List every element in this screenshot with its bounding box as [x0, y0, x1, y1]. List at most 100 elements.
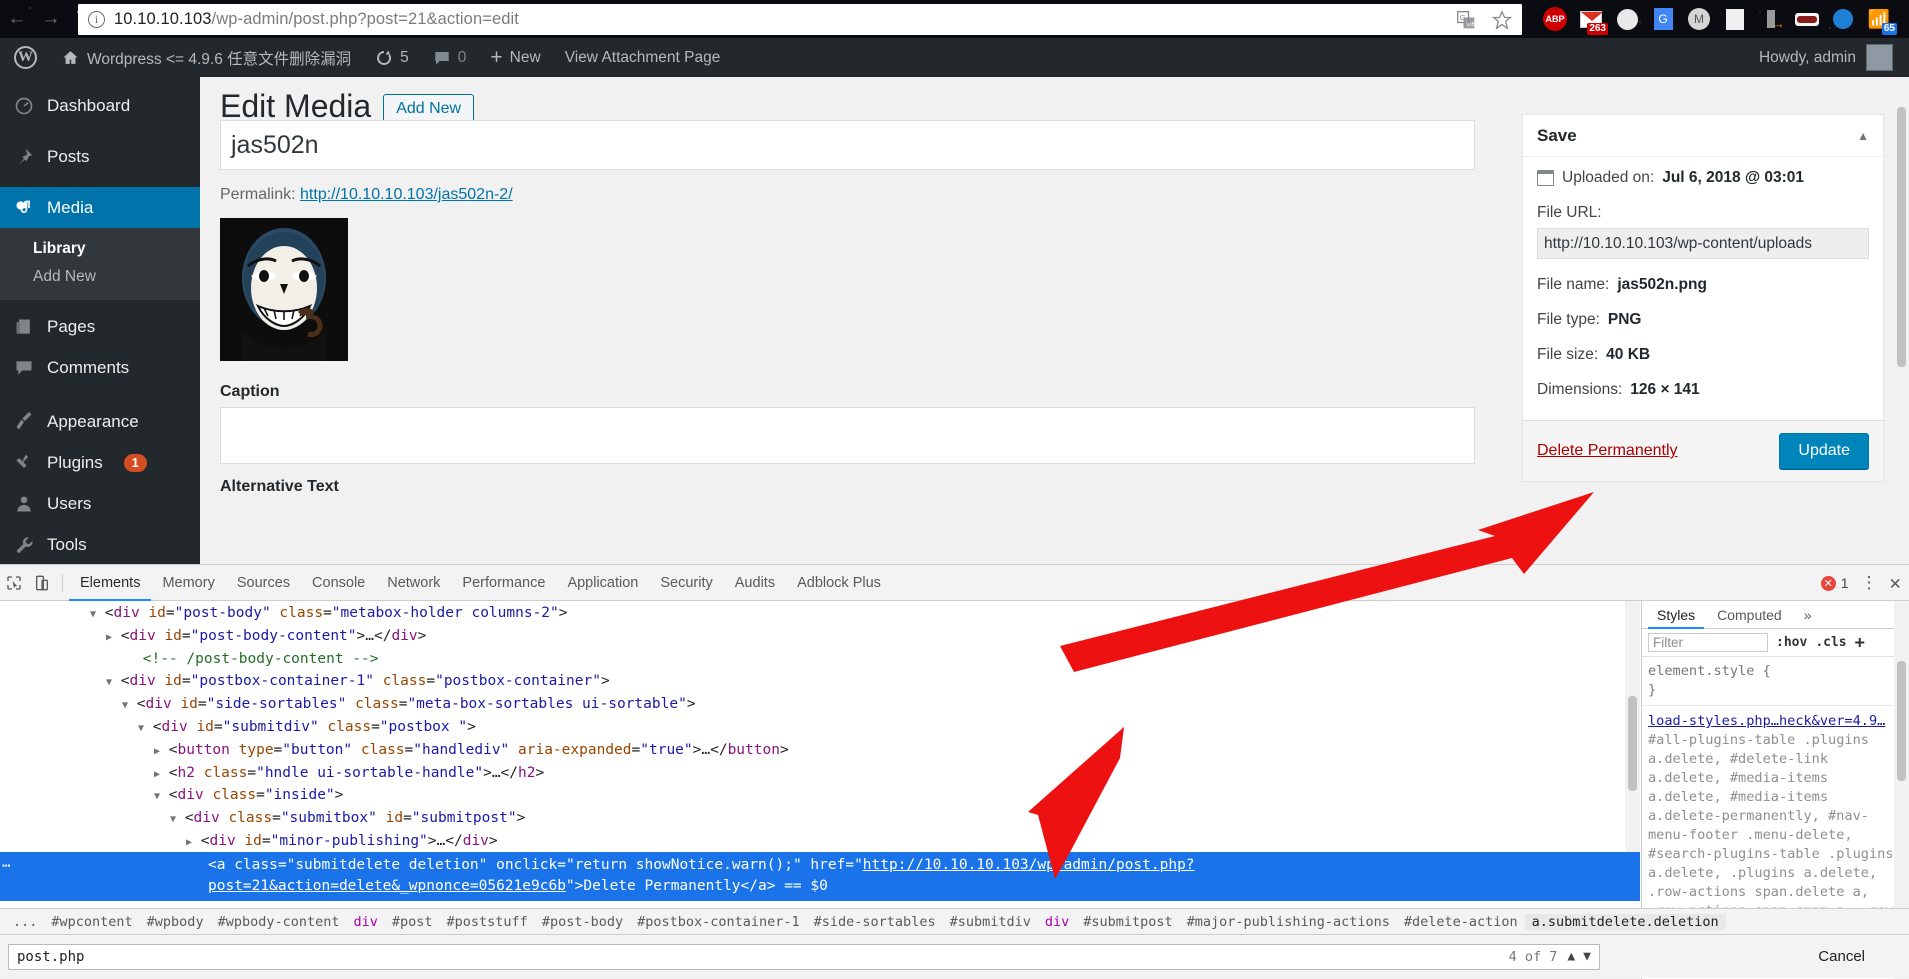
dom-tree-line[interactable]: ▶ <button type="button" class="handlediv…: [0, 740, 1640, 763]
updates-menu[interactable]: 5: [363, 38, 421, 77]
proxy-switch-extension[interactable]: →: [1756, 4, 1786, 34]
delete-permanently-link[interactable]: Delete Permanently: [1537, 442, 1678, 460]
disclosure-triangle-icon[interactable]: ▶: [186, 837, 192, 848]
disclosure-triangle-icon[interactable]: ▼: [90, 609, 96, 620]
dom-tree-line[interactable]: ▼ <div class="inside">: [0, 785, 1640, 808]
devtools-tab-network[interactable]: Network: [376, 565, 451, 601]
breadcrumb-item[interactable]: #postbox-container-1: [630, 914, 807, 930]
save-metabox-header[interactable]: Save ▲: [1523, 115, 1883, 157]
device-toolbar-icon[interactable]: [28, 565, 56, 601]
sidebar-item-appearance[interactable]: Appearance: [0, 401, 200, 442]
styles-filter-input[interactable]: Filter: [1648, 633, 1768, 652]
incognito-mask-extension[interactable]: [1792, 4, 1822, 34]
breadcrumb-item[interactable]: #wpbody: [140, 914, 211, 930]
dom-tree[interactable]: ▼ <div id="post-body" class="metabox-hol…: [0, 601, 1640, 901]
google-translate-extension[interactable]: G: [1648, 4, 1678, 34]
moon-extension[interactable]: [1612, 4, 1642, 34]
disclosure-triangle-icon[interactable]: ▶: [154, 746, 160, 757]
disclosure-triangle-icon[interactable]: ▼: [170, 814, 176, 825]
breadcrumb-item[interactable]: #delete-action: [1397, 914, 1525, 930]
dom-tree-line[interactable]: ▶ <div id="post-body-content">…</div>: [0, 626, 1640, 649]
new-content-menu[interactable]: + New: [478, 38, 552, 77]
page-info-icon[interactable]: i: [88, 11, 105, 28]
dom-tree-line[interactable]: ▼ <div id="submitdiv" class="postbox ">: [0, 717, 1640, 740]
file-url-input[interactable]: http://10.10.10.103/wp-content/uploads: [1537, 228, 1869, 259]
breadcrumb-item[interactable]: #post-body: [535, 914, 630, 930]
address-bar[interactable]: i 10.10.10.103/wp-admin/post.php?post=21…: [78, 4, 1522, 35]
gmail-extension[interactable]: 263: [1576, 4, 1606, 34]
dom-tree-line[interactable]: ▼ <div class="submitbox" id="submitpost"…: [0, 808, 1640, 831]
sidebar-item-posts[interactable]: Posts: [0, 136, 200, 177]
find-prev-button[interactable]: ▲: [1567, 949, 1575, 964]
medium-extension[interactable]: M: [1684, 4, 1714, 34]
breadcrumb-item[interactable]: #submitpost: [1076, 914, 1179, 930]
styles-tab-styles[interactable]: Styles: [1648, 601, 1704, 629]
sidebar-subitem-library[interactable]: Library: [0, 235, 200, 263]
disclosure-triangle-icon[interactable]: ▶: [154, 769, 160, 780]
rss-feed-extension[interactable]: 📶 65: [1864, 4, 1894, 34]
chrome-menu-icon[interactable]: ⋮: [1900, 9, 1909, 29]
error-count-badge[interactable]: ✕ 1: [1821, 575, 1849, 591]
star-icon[interactable]: [1492, 10, 1512, 30]
hover-state-button[interactable]: :hov: [1776, 635, 1807, 650]
sidebar-subitem-add-new[interactable]: Add New: [0, 263, 200, 291]
breadcrumb-item[interactable]: #poststuff: [440, 914, 535, 930]
breadcrumb-item[interactable]: div: [1038, 914, 1076, 930]
inspect-element-icon[interactable]: [0, 565, 28, 601]
dom-tree-line[interactable]: ▶ <div id="minor-publishing">…</div>: [0, 831, 1640, 854]
devtools-tab-adblock-plus[interactable]: Adblock Plus: [786, 565, 892, 601]
back-arrow-icon[interactable]: ←: [0, 0, 34, 38]
howdy-menu[interactable]: Howdy, admin: [1759, 38, 1893, 77]
disclosure-triangle-icon[interactable]: ▼: [106, 677, 112, 688]
forward-arrow-icon[interactable]: →: [34, 0, 68, 38]
dom-tree-line[interactable]: <!-- /post-body-content -->: [0, 649, 1640, 672]
element-style-rule-open[interactable]: element.style {: [1648, 662, 1903, 681]
sidebar-item-pages[interactable]: Pages: [0, 306, 200, 347]
devtools-tab-elements[interactable]: Elements: [69, 565, 151, 601]
title-input[interactable]: jas502n: [220, 120, 1475, 170]
globe-extension[interactable]: [1828, 4, 1858, 34]
breadcrumb-item[interactable]: #wpcontent: [44, 914, 139, 930]
breadcrumb-item[interactable]: #wpbody-content: [211, 914, 347, 930]
devtools-tab-memory[interactable]: Memory: [151, 565, 225, 601]
dom-tree-line[interactable]: ▼ <div id="post-body" class="metabox-hol…: [0, 603, 1640, 626]
caption-textarea[interactable]: [220, 407, 1475, 464]
devtools-tab-sources[interactable]: Sources: [226, 565, 301, 601]
breadcrumb-item[interactable]: #submitdiv: [943, 914, 1038, 930]
breadcrumb-item[interactable]: a.submitdelete.deletion: [1525, 914, 1726, 930]
new-style-rule-button[interactable]: +: [1855, 633, 1865, 653]
style-source-link[interactable]: load-styles.php…heck&ver=4.9…: [1648, 712, 1903, 731]
sidebar-item-media[interactable]: Media: [0, 187, 200, 228]
dom-tree-line[interactable]: ▼ <div id="side-sortables" class="meta-b…: [0, 694, 1640, 717]
vertical-dots-icon[interactable]: ⋮: [1861, 573, 1878, 593]
chevron-up-icon[interactable]: ▲: [1857, 129, 1869, 143]
close-icon[interactable]: ✕: [1890, 572, 1901, 594]
find-next-button[interactable]: ▼: [1583, 949, 1591, 964]
dom-tree-line[interactable]: ▼ <div id="postbox-container-1" class="p…: [0, 671, 1640, 694]
disclosure-triangle-icon[interactable]: ▼: [122, 700, 128, 711]
dom-tree-line[interactable]: ▶ <h2 class="hndle ui-sortable-handle">……: [0, 763, 1640, 786]
breadcrumb-item[interactable]: #side-sortables: [807, 914, 943, 930]
sidebar-item-comments[interactable]: Comments: [0, 347, 200, 388]
dom-scrollbar-thumb[interactable]: [1628, 696, 1637, 791]
breadcrumb-item[interactable]: #major-publishing-actions: [1180, 914, 1397, 930]
sidebar-item-tools[interactable]: Tools: [0, 524, 200, 564]
translate-icon[interactable]: G \u6587: [1456, 10, 1476, 30]
find-cancel-button[interactable]: Cancel: [1818, 948, 1865, 965]
sidebar-item-users[interactable]: Users: [0, 483, 200, 524]
disclosure-triangle-icon[interactable]: ▶: [106, 632, 112, 643]
permalink-link[interactable]: http://10.10.10.103/jas502n-2/: [300, 186, 513, 203]
devtools-tab-console[interactable]: Console: [301, 565, 376, 601]
site-name-menu[interactable]: Wordpress <= 4.9.6 任意文件删除漏洞: [49, 38, 363, 77]
selected-dom-node[interactable]: ⋯ <a class="submitdelete deletion" oncli…: [0, 852, 1640, 901]
class-toggle-button[interactable]: .cls: [1815, 635, 1846, 650]
wordpress-logo-icon[interactable]: W: [0, 38, 49, 77]
breadcrumb-item[interactable]: ...: [6, 914, 44, 930]
page-scrollbar[interactable]: [1894, 77, 1909, 564]
disclosure-triangle-icon[interactable]: ▼: [138, 723, 144, 734]
sidebar-item-dashboard[interactable]: Dashboard: [0, 85, 200, 126]
page-scrollbar-thumb[interactable]: [1897, 107, 1906, 367]
breadcrumb-item[interactable]: div: [347, 914, 385, 930]
devtools-tab-application[interactable]: Application: [556, 565, 649, 601]
disclosure-triangle-icon[interactable]: ▼: [154, 791, 160, 802]
